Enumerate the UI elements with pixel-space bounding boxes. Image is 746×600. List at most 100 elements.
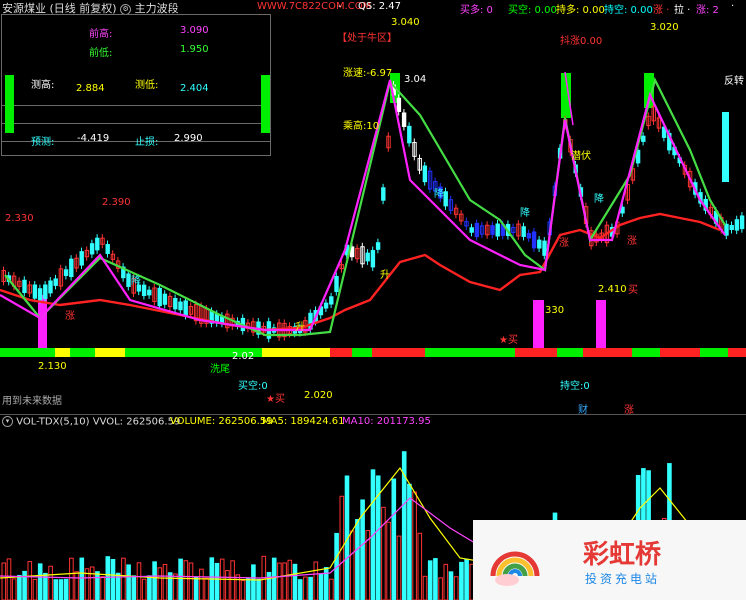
reversal-label: 反转 [724, 76, 744, 87]
price-label-2330: 2.330 [5, 213, 34, 224]
volume-bar [464, 558, 469, 600]
signal-strip-segment [95, 348, 125, 357]
volume-bar [287, 559, 293, 600]
price-label-2410: 2.410 [598, 284, 627, 295]
volume-bar [157, 567, 163, 600]
candle-body [521, 226, 526, 237]
forecast-label: 预测: [31, 137, 55, 148]
logo-tagline: 投资充电站 [585, 572, 661, 586]
volume-bar [69, 557, 74, 600]
stop-loss-label: 止损: [135, 137, 159, 148]
measure-high-value: 2.884 [76, 83, 105, 94]
volume-bar [266, 571, 272, 600]
signal-column [533, 300, 544, 348]
buy-star-marker: ★买 [266, 394, 285, 405]
ma5-value: MA5: 189424.61 [262, 416, 345, 427]
volume-bar [110, 559, 116, 600]
signal-strip-segment [660, 348, 700, 357]
candle-body [162, 293, 168, 305]
volume-bar [214, 562, 220, 600]
volume-bar [433, 558, 438, 600]
info-divider [2, 105, 270, 106]
ratio-high-label: 乘高:10 [343, 121, 380, 132]
price-label-2020: 2.020 [304, 390, 333, 401]
signal-strip-segment [557, 348, 583, 357]
candle-body [183, 300, 188, 316]
volume-bar [448, 571, 454, 600]
rise-flag-label: 涨 [559, 238, 569, 249]
candle-body [105, 244, 110, 254]
candle-body [422, 165, 428, 183]
candle-body [407, 125, 412, 144]
volume-bar [48, 565, 53, 600]
signal-strip-segment [70, 348, 95, 357]
volume-bar [105, 556, 111, 600]
signal-strip-segment [352, 348, 372, 357]
volume-bar [17, 574, 22, 600]
candle-body [141, 284, 147, 296]
vvol-value: VVOL: 262506.59 [92, 416, 181, 428]
candle-body [63, 269, 69, 276]
rainbow-logo-icon [490, 551, 540, 586]
prev-low-label: 前低: [89, 48, 113, 59]
buy-signal-label: 买 [628, 285, 638, 296]
volume-bar [412, 491, 417, 600]
candle-body [53, 278, 58, 286]
prev-high-label: 前高: [89, 29, 113, 40]
volume-bar [95, 571, 100, 600]
volume-bar [386, 521, 391, 600]
volume-bar [152, 561, 157, 600]
trend-line-red [0, 212, 721, 332]
volume-bar [199, 568, 204, 600]
fall-label: 降 [594, 194, 604, 205]
chevron-down-icon[interactable]: ▾ [2, 416, 13, 427]
volume-value: VOLUME: 262506.59 [170, 416, 273, 427]
volume-bar [256, 578, 261, 600]
volume-header: ▾ VOL-TDX(5,10) VVOL: 262506.59 [2, 416, 180, 428]
volume-bar [417, 532, 423, 600]
measure-low-value: 2.404 [180, 83, 209, 94]
candle-body [79, 251, 84, 266]
volume-bar [235, 574, 241, 600]
candle-body [173, 298, 178, 310]
candle-body [375, 242, 381, 250]
volume-bar [271, 557, 277, 600]
volume-title[interactable]: VOL-TDX(5,10) [16, 417, 89, 428]
candle-body [48, 280, 53, 294]
panel-divider [0, 414, 746, 415]
price-label-202: 2.02 [232, 351, 255, 362]
volume-bar [178, 558, 183, 600]
volume-bar [136, 562, 142, 600]
volume-bar [292, 563, 298, 600]
volume-bar [89, 566, 95, 600]
volume-bar [240, 580, 246, 600]
volume-bar [396, 535, 402, 600]
volume-bar [183, 560, 189, 600]
signal-strip-segment [262, 348, 330, 357]
speed-label: 涨速:-6.97 [343, 68, 393, 79]
bull-zone-label: 【处于牛区】 [337, 33, 397, 44]
price-label-330: 330 [545, 305, 565, 316]
volume-bar [443, 563, 449, 600]
volume-bar [53, 579, 59, 600]
volume-bar [277, 562, 282, 600]
candle-body [32, 284, 38, 299]
prev-high-value: 3.090 [180, 25, 209, 36]
candle-body [323, 302, 329, 309]
candle-body [396, 97, 402, 112]
logo-name: 彩虹桥 [583, 540, 662, 570]
price-label-304: 3.04 [404, 74, 427, 85]
measure-high-label: 测高: [31, 80, 55, 91]
volume-bar [141, 578, 147, 600]
volume-bar [245, 578, 251, 600]
raise-flag-label: 抖涨0.00 [560, 36, 603, 47]
measure-low-label: 测低: [135, 80, 159, 91]
candle-body [443, 191, 448, 207]
price-label-3020: 3.020 [650, 22, 679, 33]
lurk-label: 潜伏 [571, 151, 591, 162]
candle-body [495, 223, 500, 237]
candle-body [739, 215, 745, 230]
candle-body [729, 224, 734, 231]
fall-label: 降 [520, 208, 530, 219]
green-level-bar [261, 75, 270, 133]
